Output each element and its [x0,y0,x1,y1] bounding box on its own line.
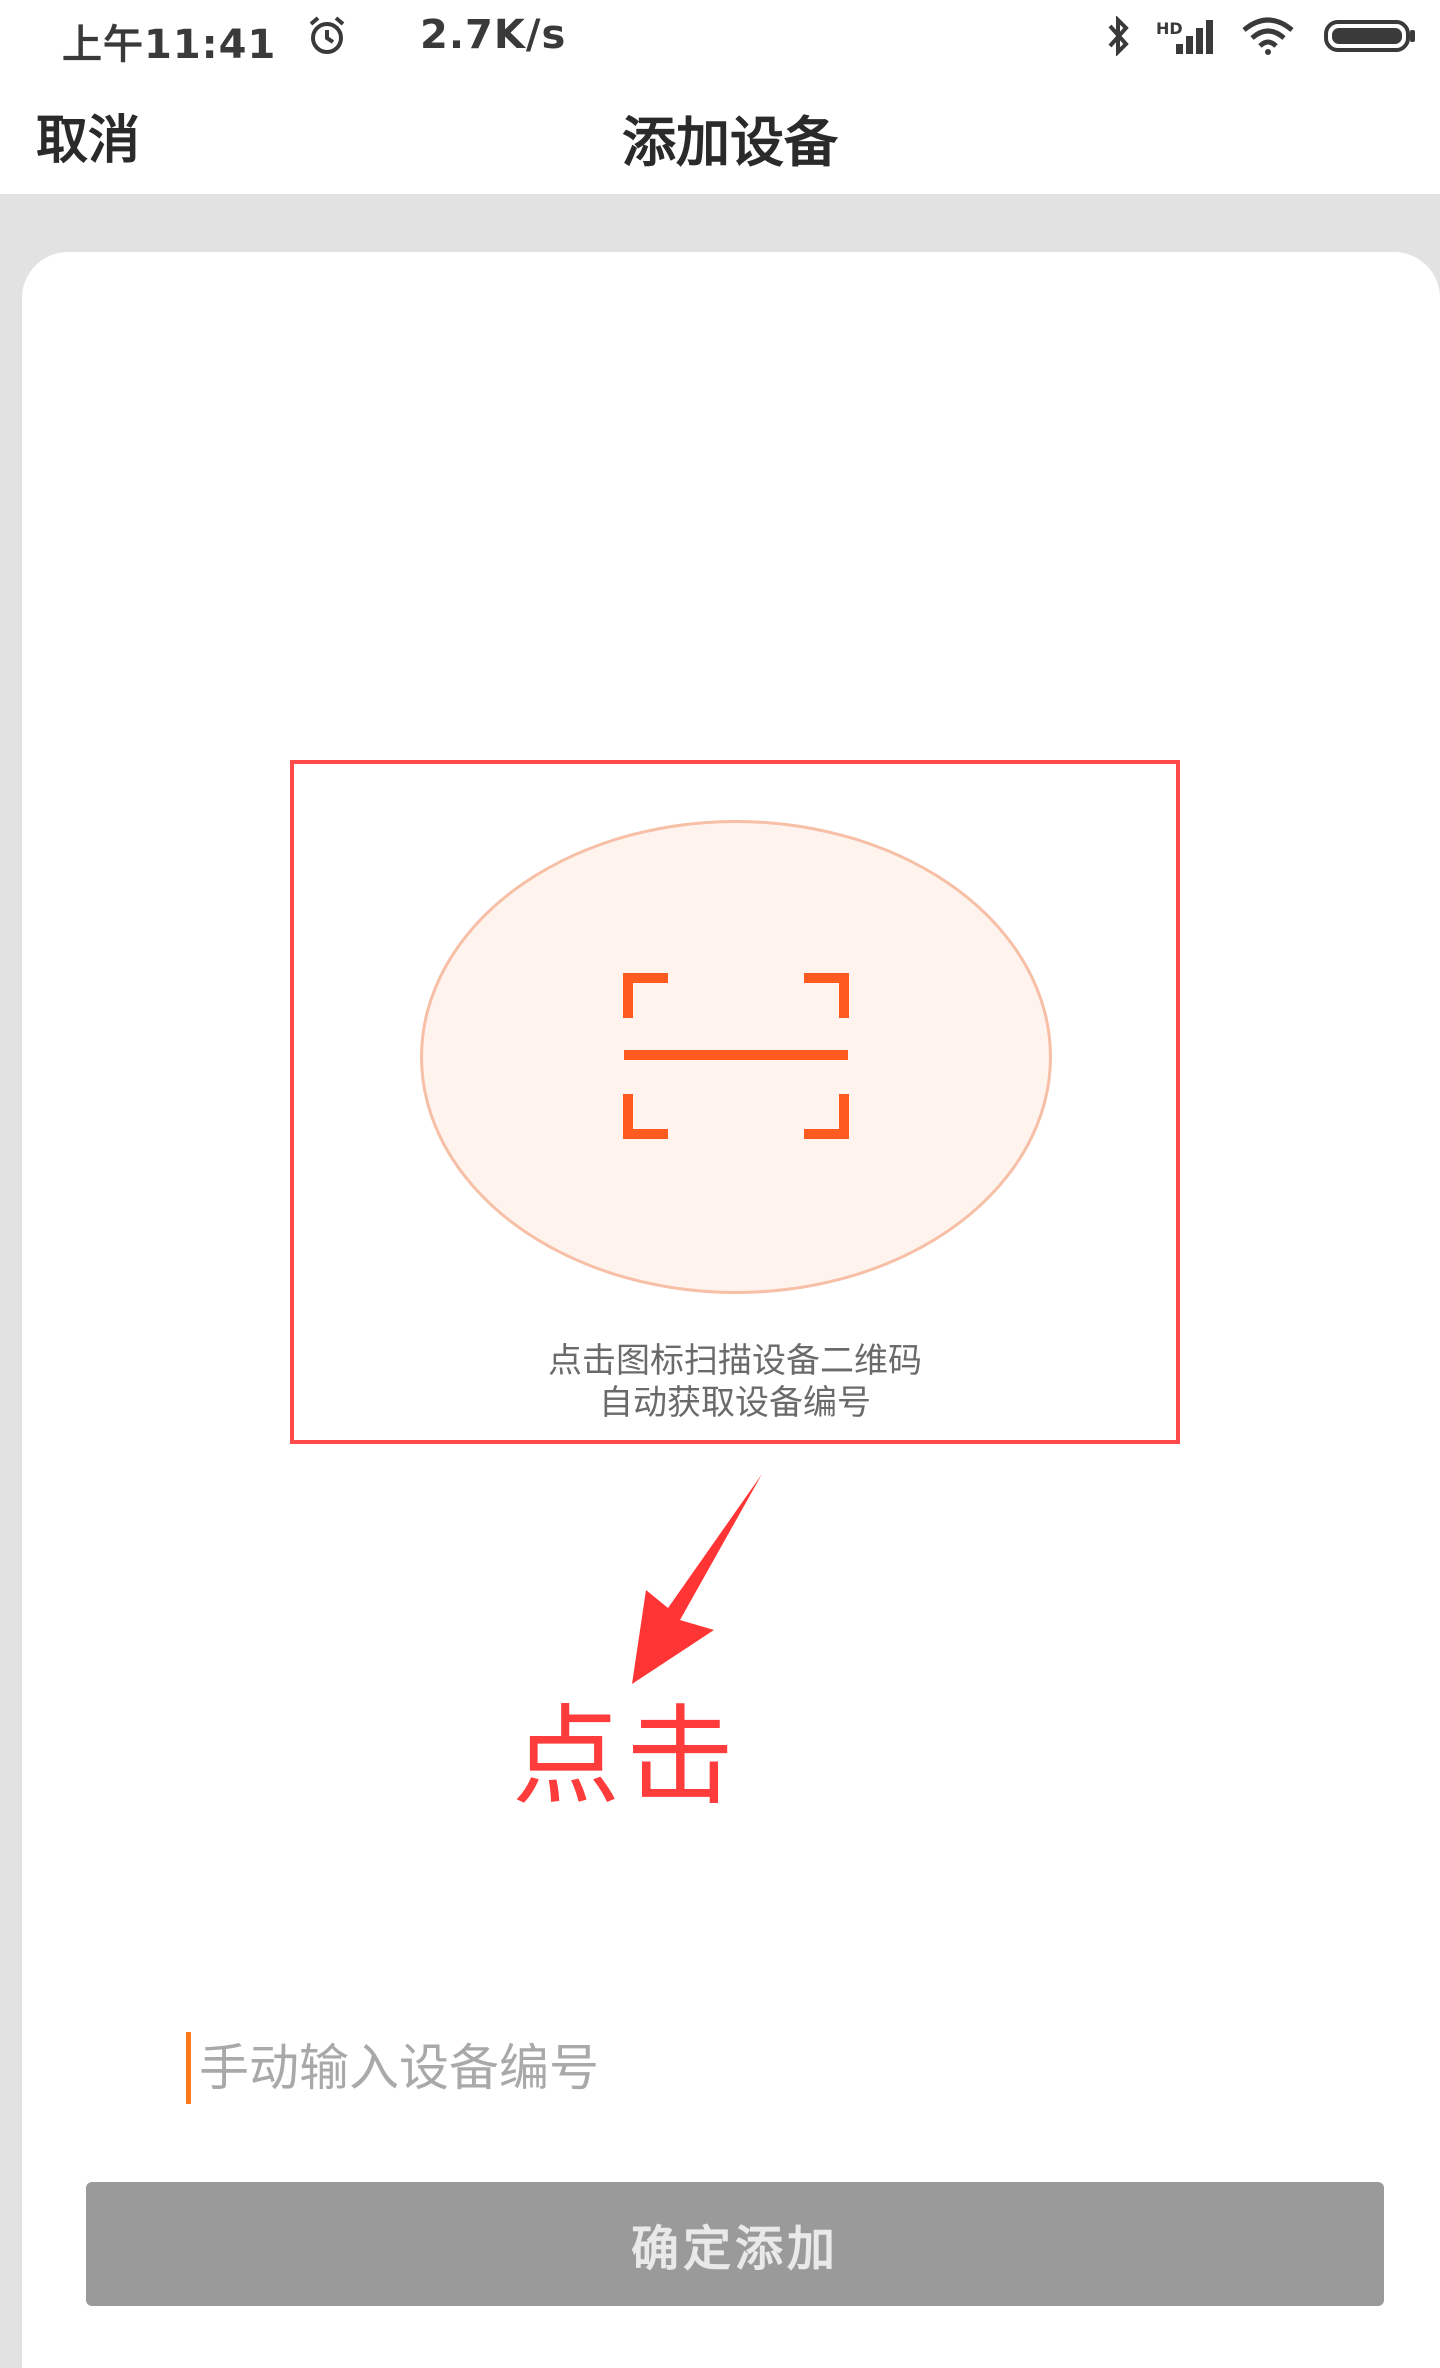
bluetooth-icon [1108,16,1129,56]
alarm-icon [309,16,345,54]
scan-hint-line-2: 自动获取设备编号 [599,1383,871,1423]
page-title: 添加设备 [622,111,838,174]
nav-bar: 取消 添加设备 [0,78,1440,194]
scan-hint-line-1: 点击图标扫描设备二维码 [548,1341,922,1381]
battery-icon [1324,20,1415,52]
svg-text:HD: HD [1156,19,1183,38]
signal-icon: HD [1156,19,1213,54]
status-bar: 上午11:41 2.7K/s HD [0,0,1440,78]
scan-hint: 点击图标扫描设备二维码 自动获取设备编号 [290,1340,1180,1424]
confirm-add-button[interactable]: 确定添加 [86,2182,1384,2306]
network-speed: 2.7K/s [420,12,567,58]
arrow-icon [632,1474,762,1684]
status-time: 上午11:41 [62,22,277,68]
click-annotation: 点击 [512,1695,741,1820]
wifi-icon [1242,17,1294,55]
device-number-input[interactable] [186,2032,1186,2104]
scan-frame-icon[interactable] [622,972,850,1140]
status-icons: HD [1106,14,1418,58]
